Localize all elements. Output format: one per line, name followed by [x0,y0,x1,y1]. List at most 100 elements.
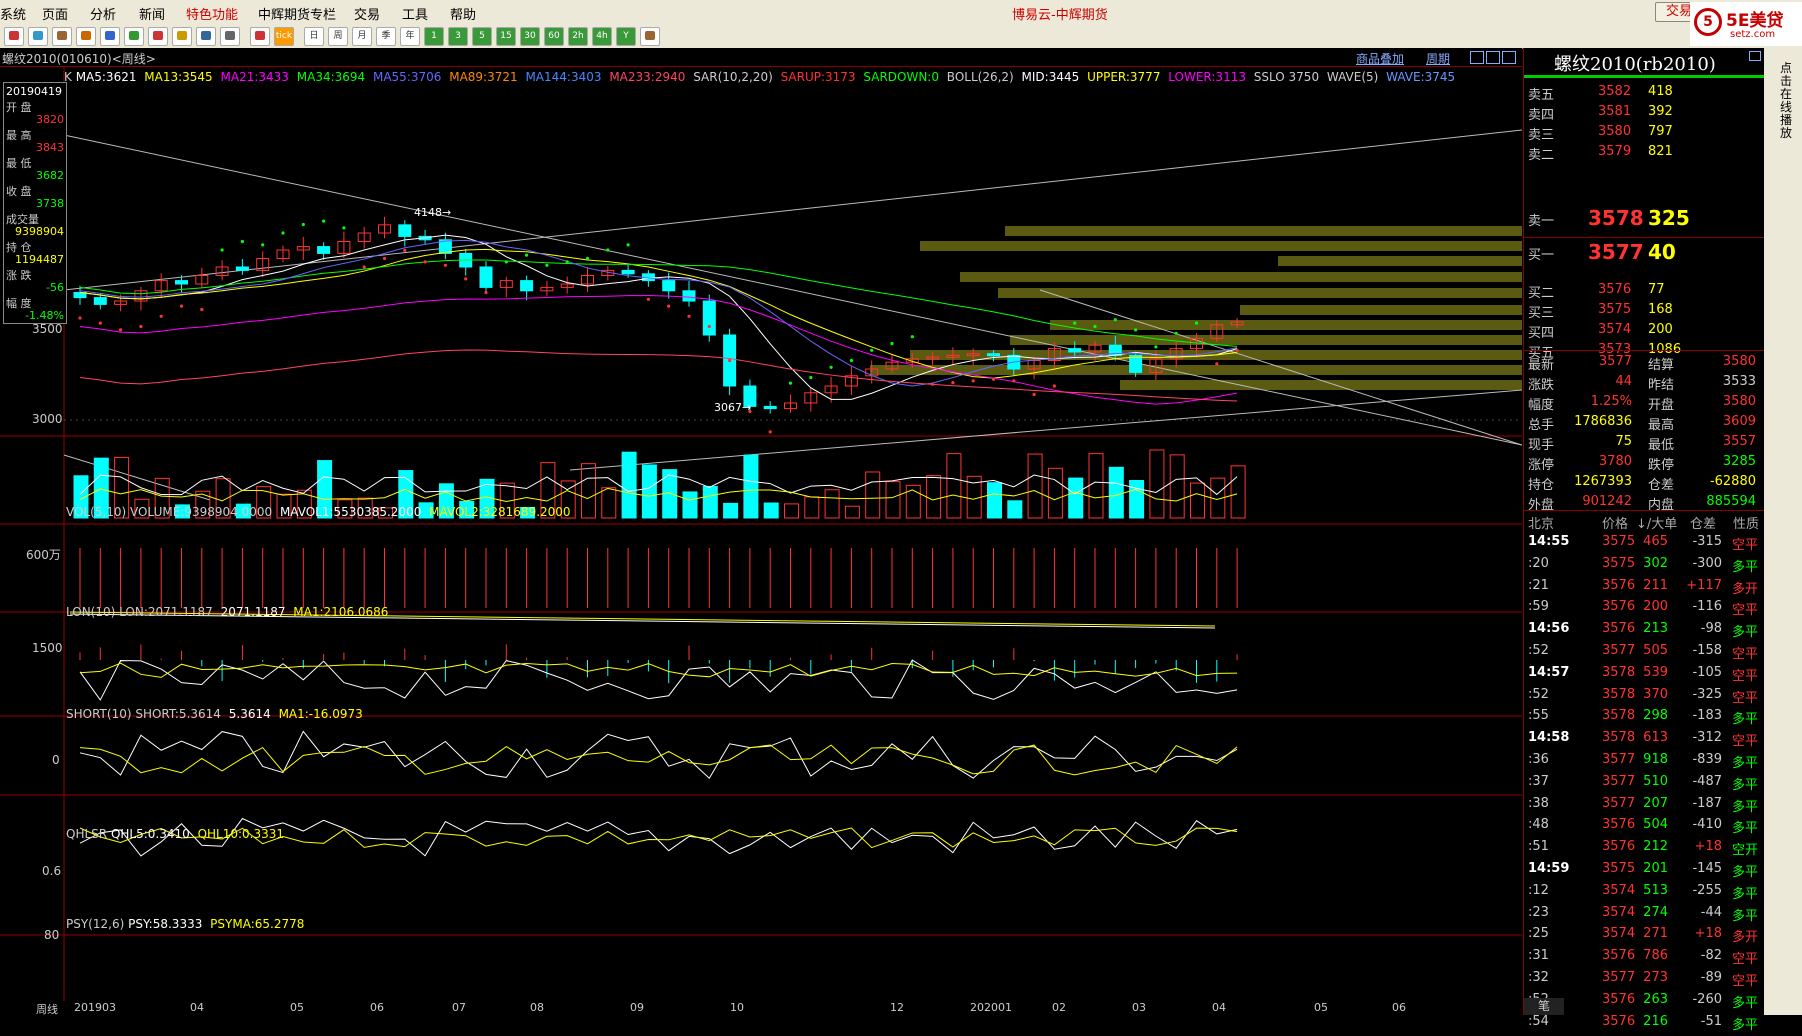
tick-oi: -187 [1692,795,1722,811]
volume-profile-bar [1240,305,1522,315]
legend-item: MA1:-16.0973 [278,707,363,721]
tick-row[interactable]: :31 3576 786 -82 空平 [1526,948,1762,970]
folder-icon[interactable] [28,27,48,46]
tick-row[interactable]: :55 3578 298 -183 多平 [1526,708,1762,730]
ask-row[interactable]: 卖四 3581 392 [1528,104,1760,123]
tick-row[interactable]: 14:58 3578 613 -312 空平 [1526,730,1762,752]
tick-row[interactable]: 14:55 3575 465 -315 空平 [1526,534,1762,556]
zoom-out-icon[interactable] [1486,51,1500,64]
ask-row[interactable]: 卖三 3580 797 [1528,124,1760,143]
zoom-in-icon[interactable] [76,27,96,46]
tick-price: 3576 [1602,817,1636,833]
period-button-11[interactable]: tick [274,27,294,46]
info-close: 3738 [36,197,64,210]
menu-page[interactable]: 页面 [42,4,68,23]
tick-row[interactable]: :52 3577 505 -158 空平 [1526,643,1762,665]
home-icon[interactable] [4,27,24,46]
menu-analysis[interactable]: 分析 [90,4,116,23]
tick-row[interactable]: :37 3577 510 -487 多平 [1526,774,1762,796]
ask-row[interactable]: 卖五 3582 418 [1528,84,1760,103]
tick-row[interactable]: :32 3577 273 -89 空平 [1526,970,1762,992]
period-button-20[interactable]: 15 [496,27,516,46]
menu-help[interactable]: 帮助 [450,4,476,23]
menu-trade[interactable]: 交易 [354,4,380,23]
stat-label: 结算 [1648,358,1675,373]
menu-bar: 系统 页面 分析 新闻 特色功能 中辉期货专栏 交易 工具 帮助 博易云-中辉期… [0,0,1802,25]
candle-body [479,266,493,288]
list-icon[interactable] [52,27,72,46]
period-button-25[interactable]: Y [616,27,636,46]
tick-row[interactable]: :59 3576 200 -116 空平 [1526,599,1762,621]
menu-news[interactable]: 新闻 [139,4,165,23]
period-button-23[interactable]: 2h [568,27,588,46]
tick-row[interactable]: :54 3576 216 -51 多平 [1526,1014,1762,1036]
flag-icon[interactable] [172,27,192,46]
quote-panel: 螺纹2010(rb2010) 卖五 3582 418 卖四 3581 392 卖三 3580 7… [1523,48,1765,1033]
sar-dot [464,277,468,281]
zoom-in-icon[interactable] [1470,51,1484,64]
period-button-13[interactable]: 周 [328,27,348,46]
bid-row[interactable]: 买二 3576 77 [1528,282,1760,301]
stat-value: 3580 [1722,394,1756,409]
sar-dot [220,248,224,252]
period-button-16[interactable]: 年 [400,27,420,46]
period-button-21[interactable]: 30 [520,27,540,46]
tick-row[interactable]: :48 3576 504 -410 多平 [1526,817,1762,839]
period-button-24[interactable]: 4h [592,27,612,46]
tick-row[interactable]: :38 3577 207 -187 多平 [1526,796,1762,818]
overlay-button[interactable]: 商品叠加 [1356,50,1404,67]
panel-menu-icon[interactable] [1749,51,1761,61]
sheet-icon[interactable] [640,27,660,46]
side-play-text[interactable]: 点击在线播放 [1780,62,1794,140]
ask-row[interactable]: 卖一 3578 325 [1528,206,1760,230]
short-axis-label: 0 [52,753,60,767]
pin-icon[interactable] [196,27,216,46]
period-button-14[interactable]: 月 [352,27,372,46]
sar-dot [991,377,996,381]
tick-row[interactable]: :12 3574 513 -255 多平 [1526,883,1762,905]
sar-dot [1235,348,1239,352]
menu-tools[interactable]: 工具 [402,4,428,23]
period-button-17[interactable]: 1 [424,27,444,46]
table-icon[interactable] [220,27,240,46]
indicator-icon[interactable] [250,27,270,46]
tick-volume: 211 [1643,577,1668,593]
bid-row[interactable]: 买四 3574 200 [1528,322,1760,341]
ask-row[interactable]: 卖二 3579 821 [1528,144,1760,163]
kline-chart[interactable] [0,66,1522,1015]
menu-system[interactable]: 系统 [0,4,26,23]
tick-row[interactable]: :36 3577 918 -839 多平 [1526,752,1762,774]
tick-row[interactable]: :52 3578 370 -325 空平 [1526,687,1762,709]
bid-row[interactable]: 买三 3575 168 [1528,302,1760,321]
tick-time: 14:56 [1528,621,1570,637]
draw-icon[interactable] [124,27,144,46]
tick-row[interactable]: :21 3576 211 +117 多开 [1526,578,1762,600]
period-button-15[interactable]: 季 [376,27,396,46]
scroll-icon[interactable] [1502,51,1516,64]
tick-row[interactable]: 14:56 3576 213 -98 多平 [1526,621,1762,643]
bottom-tab[interactable]: 笔 [1524,998,1564,1015]
tick-row[interactable]: :23 3574 274 -44 多平 [1526,905,1762,927]
info-pct: -1.48% [25,309,64,322]
tick-row[interactable]: 14:59 3575 201 -145 多平 [1526,861,1762,883]
legend-title: VOL(5,10) [66,505,131,519]
period-button-22[interactable]: 60 [544,27,564,46]
pen-icon[interactable] [148,27,168,46]
tick-row[interactable]: :20 3575 302 -300 多平 [1526,556,1762,578]
trend-line [569,389,1522,471]
tick-row[interactable]: 14:57 3578 539 -105 空平 [1526,665,1762,687]
tick-row[interactable]: :25 3574 271 +18 多开 [1526,926,1762,948]
period-button[interactable]: 周期 [1426,50,1450,67]
date-tick: 06 [1392,1001,1406,1014]
period-button-18[interactable]: 3 [448,27,468,46]
tick-volume: 786 [1643,948,1668,964]
zoom-out-icon[interactable] [100,27,120,46]
menu-special[interactable]: 特色功能 [186,4,238,23]
menu-zhonghui-column[interactable]: 中辉期货专栏 [258,4,336,23]
period-button-19[interactable]: 5 [472,27,492,46]
tick-row[interactable]: :51 3576 212 +18 空开 [1526,839,1762,861]
bid-row[interactable]: 买一 3577 40 [1528,240,1760,264]
stat-row: 现手 75 最低 3557 [1528,434,1760,453]
quote-title: 螺纹2010(rb2010) [1554,54,1716,75]
period-button-12[interactable]: 日 [304,27,324,46]
